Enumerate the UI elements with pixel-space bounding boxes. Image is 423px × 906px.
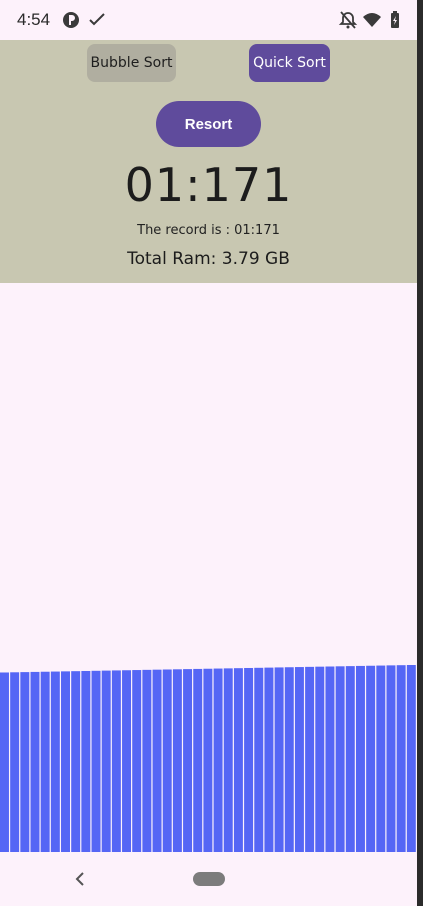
sort-bar xyxy=(294,667,304,852)
sort-bar xyxy=(122,670,132,852)
sort-bar xyxy=(355,665,365,852)
sort-bar xyxy=(213,668,223,852)
sort-bar xyxy=(172,669,182,852)
back-icon[interactable] xyxy=(72,870,88,888)
sort-bar xyxy=(223,668,233,852)
sort-bar xyxy=(376,665,386,852)
sort-bar xyxy=(284,667,294,852)
sort-bar xyxy=(305,666,315,852)
sort-bar xyxy=(274,667,284,852)
sort-visualization xyxy=(0,665,416,852)
sort-bar xyxy=(162,669,172,852)
sort-bar xyxy=(366,665,376,852)
sort-bar xyxy=(10,672,20,852)
sort-bar xyxy=(335,666,345,852)
sort-bar xyxy=(111,670,121,852)
sort-bar xyxy=(61,671,70,852)
navigation-bar xyxy=(0,853,417,906)
sort-bar xyxy=(81,670,91,852)
sort-bar xyxy=(20,672,30,852)
sort-bar xyxy=(203,668,213,852)
sort-bar xyxy=(315,666,325,852)
sort-bar xyxy=(101,670,111,852)
sort-bar xyxy=(233,668,243,852)
sort-bar xyxy=(193,668,203,852)
sort-bar xyxy=(345,666,355,852)
sort-bar xyxy=(406,665,416,852)
sort-bar xyxy=(50,671,60,852)
sort-bar xyxy=(183,669,193,852)
sort-bar xyxy=(91,670,101,852)
sort-bar xyxy=(142,669,152,852)
sort-bar xyxy=(264,667,274,852)
sort-bar xyxy=(0,672,9,852)
sort-bar xyxy=(71,671,81,852)
sort-bar xyxy=(325,666,335,852)
home-pill[interactable] xyxy=(193,872,225,886)
sort-bar xyxy=(132,670,142,852)
sort-bar xyxy=(386,665,396,852)
app-screen: 4:54 Bubble Sort Quick Sort Resort 01:17… xyxy=(0,0,417,906)
sort-bar xyxy=(396,665,406,852)
sort-bar xyxy=(244,667,254,852)
sort-bar xyxy=(152,669,162,852)
sort-bar xyxy=(254,667,264,852)
screen-edge xyxy=(417,0,423,906)
sort-bar xyxy=(30,671,40,852)
sort-bar xyxy=(40,671,50,852)
